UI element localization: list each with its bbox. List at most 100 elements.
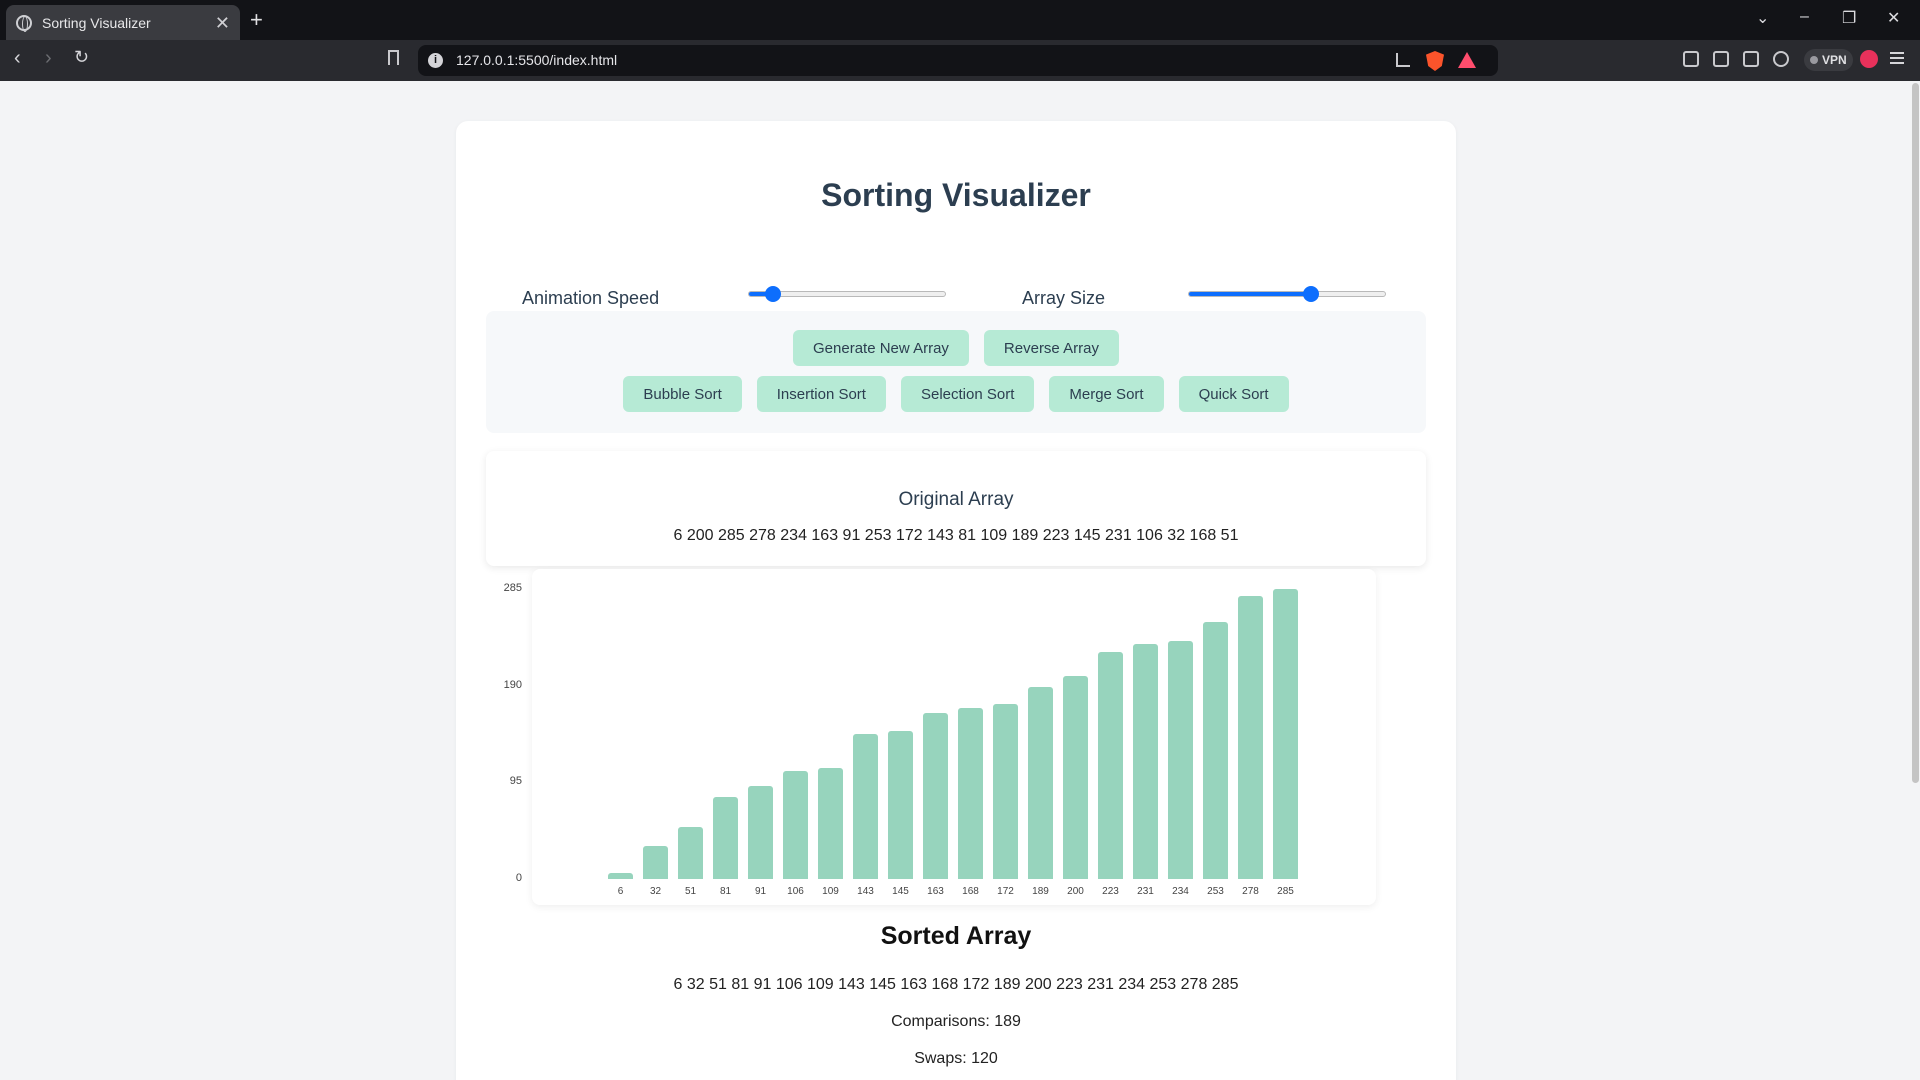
chart-bar [1133,643,1158,879]
chart-bar [993,703,1018,879]
x-tick-label: 143 [857,886,874,897]
x-tick-label: 168 [962,886,979,897]
chart-bar [1063,675,1088,879]
x-tick-label: 6 [617,886,624,897]
swaps-count: Swaps: 120 [914,1050,998,1067]
quick-sort-button[interactable]: Quick Sort [1178,376,1289,412]
button-panel: Generate New Array Reverse Array Bubble … [486,311,1426,433]
new-tab-icon[interactable]: + [250,7,263,33]
y-tick-label: 190 [503,678,522,691]
page-viewport: Sorting Visualizer Animation Speed Array… [0,81,1920,1080]
x-tick-label: 91 [754,886,767,897]
page-title: Sorting Visualizer [821,177,1091,213]
close-window-icon[interactable]: ✕ [1887,8,1900,28]
reload-icon[interactable]: ↻ [74,48,89,66]
animation-speed-slider[interactable] [748,286,946,302]
x-tick-label: 109 [822,886,839,897]
sorted-array-values: 6 32 51 81 91 106 109 143 145 163 168 17… [673,976,1239,993]
profile-icon[interactable] [1860,50,1878,68]
y-tick-label: 95 [509,775,522,788]
chart-bar [958,708,983,879]
globe-icon [16,14,32,32]
x-tick-label: 51 [684,886,697,897]
brave-shields-icon[interactable] [1426,51,1444,71]
bookmark-icon[interactable] [388,50,399,65]
bubble-sort-button[interactable]: Bubble Sort [623,376,742,412]
chart-bar [1273,589,1298,879]
visualizer-card: Sorting Visualizer Animation Speed Array… [456,121,1456,1080]
comparisons-count: Comparisons: 189 [891,1013,1021,1030]
site-info-icon[interactable]: i [428,53,443,68]
original-array-values: 6 200 285 278 234 163 91 253 172 143 81 … [673,527,1239,544]
x-tick-label: 231 [1137,886,1154,897]
x-tick-label: 163 [927,886,944,897]
array-size-slider[interactable] [1188,286,1386,302]
chart-bar [1238,596,1263,879]
x-tick-label: 278 [1242,886,1259,897]
tab-search-icon[interactable]: ⌄ [1756,8,1769,28]
chart-bar [853,733,878,879]
address-bar[interactable]: i 127.0.0.1:5500/index.html [418,45,1498,76]
array-size-label: Array Size [1022,288,1106,308]
sorted-array-title: Sorted Array [880,922,1032,950]
extensions-icon[interactable] [1683,51,1699,67]
x-tick-label: 32 [649,886,662,897]
chart-bar [783,771,808,879]
restore-icon[interactable]: ❐ [1842,8,1856,28]
share-icon[interactable] [1396,53,1410,67]
wallet-icon[interactable] [1743,51,1759,67]
forward-icon[interactable]: › [45,48,52,68]
sidebar-icon[interactable] [1713,51,1729,67]
reverse-array-button[interactable]: Reverse Array [983,330,1119,366]
back-icon[interactable]: ‹ [14,48,21,68]
chart-bar [1168,640,1193,879]
chart-bar [818,768,843,879]
chart-bar [678,827,703,879]
generate-new-array-button[interactable]: Generate New Array [793,330,969,366]
chart-bar [608,872,633,879]
chart-bar [1098,652,1123,879]
chart-bar [713,796,738,879]
bar-chart: 6 32 51 81 91 106 109 143 145 163 168 172 189 200 223 2… [532,569,1376,905]
page-scrollbar[interactable] [1911,81,1920,1080]
x-tick-label: 223 [1102,886,1119,897]
array-actions-row: Generate New Array Reverse Array [486,330,1426,366]
chart-bar [888,731,913,879]
menu-icon[interactable] [1890,52,1904,64]
brave-rewards-icon[interactable] [1458,52,1476,68]
x-tick-label: 200 [1067,886,1084,897]
sort-algorithms-row: Bubble Sort Insertion Sort Selection Sor… [486,376,1426,412]
chart-bar [1203,621,1228,879]
animation-speed-label: Animation Speed [522,288,660,308]
x-tick-label: 172 [997,886,1014,897]
slider-thumb[interactable] [764,286,781,302]
x-tick-label: 81 [719,886,732,897]
x-tick-label: 285 [1277,886,1294,897]
url-text[interactable]: 127.0.0.1:5500/index.html [456,52,617,68]
selection-sort-button[interactable]: Selection Sort [900,376,1035,412]
original-array-title: Original Array [898,489,1014,510]
chart-bar [643,846,668,879]
tab-title: Sorting Visualizer [42,14,151,31]
insertion-sort-button[interactable]: Insertion Sort [756,376,886,412]
chart-bar [748,786,773,879]
leo-ai-icon[interactable] [1773,51,1789,67]
x-tick-label: 253 [1207,886,1224,897]
browser-titlebar: Sorting Visualizer ✕ + ⌄ – ❐ ✕ [0,0,1920,40]
close-tab-icon[interactable]: ✕ [215,14,230,32]
merge-sort-button[interactable]: Merge Sort [1049,376,1164,412]
x-tick-label: 106 [787,886,804,897]
x-tick-label: 189 [1032,886,1049,897]
browser-tab[interactable]: Sorting Visualizer ✕ [6,5,240,40]
scrollbar-thumb[interactable] [1912,83,1919,783]
vpn-button[interactable]: VPN [1804,49,1853,71]
slider-thumb[interactable] [1302,286,1319,302]
slider-fill [1189,292,1311,296]
chart-bar [923,713,948,879]
y-tick-label: 285 [503,582,522,594]
chart-bar [1028,686,1053,879]
x-tick-label: 145 [892,886,909,897]
minimize-icon[interactable]: – [1800,8,1809,26]
x-tick-label: 234 [1172,886,1189,897]
original-array-panel: Original Array 6 200 285 278 234 163 91 … [486,451,1426,566]
